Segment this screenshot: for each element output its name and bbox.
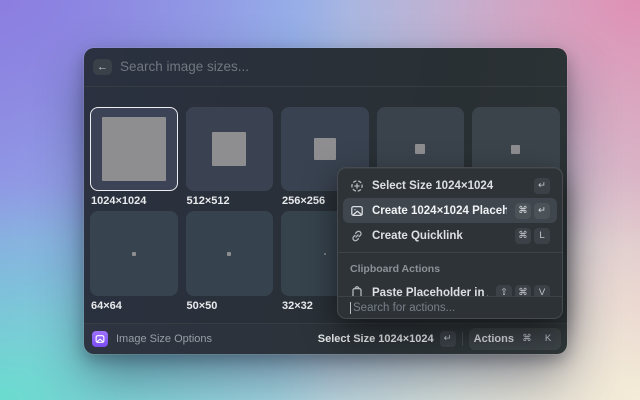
shortcut-keys: ⌘ L <box>515 227 550 244</box>
topbar-divider <box>84 86 567 87</box>
image-icon <box>350 204 364 218</box>
size-tile-label: 512×512 <box>186 195 230 207</box>
shortcut-keys: ↵ <box>534 177 550 194</box>
back-button[interactable]: ← <box>93 59 112 75</box>
actions-search-placeholder: Search for actions... <box>353 301 456 314</box>
select-frame-icon <box>350 179 364 193</box>
desktop-background: ← Search image sizes... Square 1024×1024… <box>0 0 640 400</box>
status-bar: Image Size Options Select Size 1024×1024… <box>84 323 567 354</box>
size-tile-label: 1024×1024 <box>91 195 147 207</box>
size-preview-square <box>415 144 426 154</box>
size-tile-512x512[interactable] <box>185 107 273 191</box>
size-tile-64x64[interactable] <box>90 211 178 296</box>
size-tile-50x50[interactable] <box>185 211 273 296</box>
actions-button-label: Actions <box>473 333 514 345</box>
shortcut-keys: ⌘ ↵ <box>515 202 550 219</box>
action-label: Create 1024×1024 Placeholder <box>372 204 507 217</box>
section-header-clipboard-actions: Clipboard Actions <box>350 263 441 275</box>
actions-panel: Select Size 1024×1024 ↵ Create 1024×1024… <box>337 167 563 319</box>
search-bar: ← Search image sizes... <box>84 48 567 86</box>
action-label: Select Size 1024×1024 <box>372 179 494 192</box>
actions-search-field[interactable]: Search for actions... <box>338 296 562 318</box>
size-tile-label: 64×64 <box>91 300 122 312</box>
return-key-badge: ↵ <box>439 331 456 347</box>
search-input[interactable]: Search image sizes... <box>120 48 249 86</box>
primary-action-label[interactable]: Select Size 1024×1024 <box>318 333 434 345</box>
size-preview-square <box>131 251 136 256</box>
size-preview-square <box>313 138 336 160</box>
cmd-key-badge: ⌘ <box>515 227 531 244</box>
l-key-badge: L <box>534 227 550 244</box>
size-preview-square <box>511 144 521 154</box>
size-preview-square <box>212 132 247 166</box>
return-key-badge: ↵ <box>534 202 550 219</box>
action-item-create-quicklink[interactable]: Create Quicklink ⌘ L <box>343 223 557 248</box>
size-preview-square <box>227 251 232 256</box>
action-item-select-size[interactable]: Select Size 1024×1024 ↵ <box>343 173 557 198</box>
back-arrow-icon: ← <box>97 61 108 73</box>
extension-name: Image Size Options <box>116 333 212 345</box>
action-label: Create Quicklink <box>372 229 463 242</box>
size-tile-label: 50×50 <box>186 300 218 312</box>
text-cursor <box>350 301 351 314</box>
cmd-key-badge: ⌘ <box>519 331 535 347</box>
action-item-create-placeholder[interactable]: Create 1024×1024 Placeholder ⌘ ↵ <box>343 198 557 223</box>
k-key-badge: K <box>540 331 556 347</box>
image-icon <box>95 335 105 343</box>
link-icon <box>350 229 364 243</box>
size-preview-square <box>101 117 166 181</box>
size-preview-square <box>323 252 326 255</box>
panel-divider <box>338 252 562 253</box>
footer-divider <box>461 332 463 346</box>
return-key-badge: ↵ <box>534 177 550 194</box>
actions-menu-button[interactable]: Actions ⌘ K <box>468 328 561 350</box>
cmd-key-badge: ⌘ <box>515 202 531 219</box>
extension-icon <box>92 331 108 347</box>
size-tile-1024x1024[interactable] <box>90 107 178 191</box>
footer-actions: Select Size 1024×1024 ↵ Actions ⌘ K <box>318 324 561 354</box>
